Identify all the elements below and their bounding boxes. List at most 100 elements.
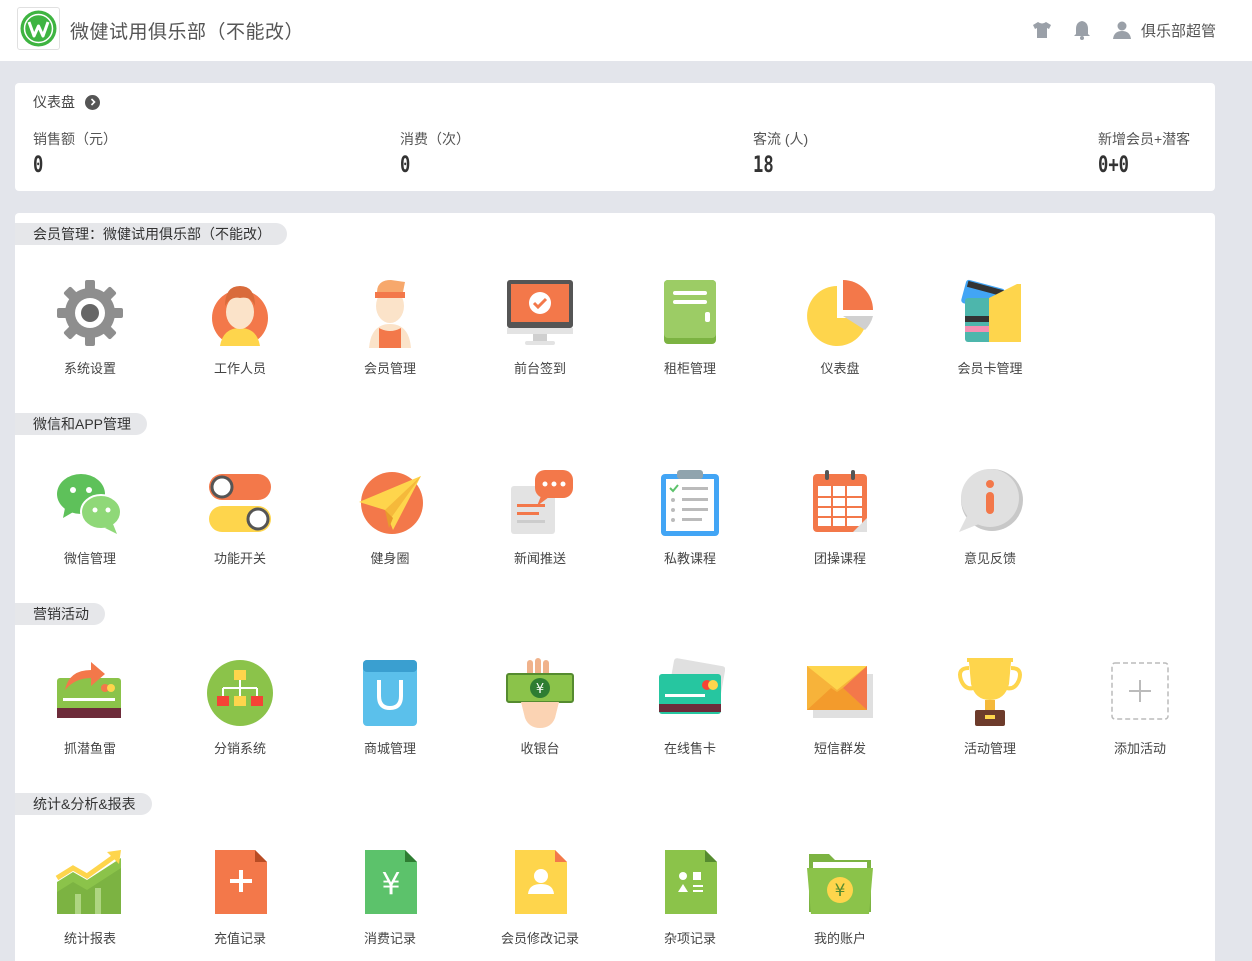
section-marketing: 营销活动 — [15, 603, 105, 625]
top-icons: 俱乐部超管 — [1013, 18, 1216, 42]
document-yen-icon: ¥ — [365, 850, 417, 914]
tile-news-push[interactable]: 新闻推送 — [465, 468, 615, 598]
tile-shop-management[interactable]: 商城管理 — [315, 658, 465, 788]
tile-label: 杂项记录 — [663, 931, 716, 946]
stat-label: 销售额（元） — [33, 131, 117, 147]
tile-cashier[interactable]: ¥ 收银台 — [465, 658, 615, 788]
tile-label: 我的账户 — [813, 931, 866, 946]
section-statistics: 统计&分析&报表 — [15, 793, 152, 815]
tile-lead-capture[interactable]: 抓潜鱼雷 — [15, 658, 165, 788]
stat-traffic: 客流 (人) 18 — [753, 129, 808, 178]
tile-label: 收银台 — [520, 741, 560, 756]
svg-text:¥: ¥ — [536, 682, 544, 697]
tile-membership-cards[interactable]: 会员卡管理 — [915, 278, 1065, 408]
tile-consumption-records[interactable]: ¥ 消费记录 — [315, 848, 465, 961]
credit-card-icon — [659, 658, 725, 714]
tile-label: 活动管理 — [963, 741, 1016, 756]
tile-statistics-reports[interactable]: 统计报表 — [15, 848, 165, 961]
tile-label: 消费记录 — [363, 931, 416, 946]
card-share-icon — [57, 662, 121, 718]
staff-avatar-icon — [212, 286, 268, 346]
clipboard-icon — [661, 470, 719, 536]
card-wallet-icon — [961, 279, 1021, 342]
tile-group-classes[interactable]: 团操课程 — [765, 468, 915, 598]
document-user-icon — [515, 850, 567, 914]
stat-consumption: 消费（次） 0 — [400, 129, 470, 178]
tile-dashboard[interactable]: 仪表盘 — [765, 278, 915, 408]
tile-label: 会员管理 — [363, 361, 416, 376]
shirt-icon[interactable] — [1031, 19, 1053, 41]
tile-front-desk-checkin[interactable]: 前台签到 — [465, 278, 615, 408]
tile-label: 前台签到 — [513, 361, 566, 376]
folder-yen-icon: ¥ — [807, 854, 873, 914]
tile-system-settings[interactable]: 系统设置 — [15, 278, 165, 408]
arrow-right-icon[interactable] — [85, 94, 100, 110]
cash-hand-icon: ¥ — [506, 658, 574, 728]
tile-label: 微信管理 — [63, 551, 116, 566]
section-member-management: 会员管理：微健试用俱乐部（不能改） — [15, 223, 287, 245]
tile-label: 会员修改记录 — [500, 931, 579, 946]
club-logo[interactable] — [17, 7, 60, 50]
svg-text:¥: ¥ — [835, 881, 846, 901]
stat-label: 消费（次） — [400, 131, 470, 147]
stat-new-members: 新增会员+潜客 0+0 — [1098, 129, 1190, 178]
tile-label: 功能开关 — [213, 551, 266, 566]
tile-online-card-sales[interactable]: 在线售卡 — [615, 658, 765, 788]
stat-label: 客流 (人) — [753, 131, 809, 147]
growth-chart-icon — [55, 850, 121, 914]
stat-value: 0+0 — [1098, 153, 1130, 178]
tile-my-account[interactable]: ¥ 我的账户 — [765, 848, 915, 961]
tile-label: 租柜管理 — [663, 361, 716, 376]
bell-icon[interactable] — [1071, 19, 1093, 41]
tile-label: 添加活动 — [1113, 741, 1166, 756]
tile-label: 系统设置 — [63, 361, 116, 376]
tile-add-activity[interactable]: 添加活动 — [1065, 658, 1215, 788]
org-chart-icon — [207, 660, 273, 726]
tile-member-change-records[interactable]: 会员修改记录 — [465, 848, 615, 961]
monitor-check-icon — [507, 280, 573, 345]
tile-feature-switches[interactable]: 功能开关 — [165, 468, 315, 598]
user-icon[interactable] — [1111, 19, 1133, 41]
tile-sms-broadcast[interactable]: 短信群发 — [765, 658, 915, 788]
news-chat-icon — [511, 470, 573, 534]
dashboard-title[interactable]: 仪表盘 — [33, 92, 100, 112]
tile-label: 在线售卡 — [663, 741, 716, 756]
stat-sales: 销售额（元） 0 — [33, 129, 117, 178]
tile-feedback[interactable]: 意见反馈 — [915, 468, 1065, 598]
tile-members[interactable]: 会员管理 — [315, 278, 465, 408]
tile-wechat[interactable]: 微信管理 — [15, 468, 165, 598]
user-name[interactable]: 俱乐部超管 — [1141, 20, 1216, 41]
member-avatar-icon — [369, 280, 411, 348]
pie-chart-icon — [807, 280, 873, 346]
tile-recharge-records[interactable]: 充值记录 — [165, 848, 315, 961]
stat-value: 0 — [33, 153, 44, 178]
wechat-icon — [57, 474, 122, 534]
app-title: 微健试用俱乐部（不能改） — [70, 22, 305, 43]
tile-label: 健身圈 — [370, 551, 410, 566]
tile-label: 会员卡管理 — [957, 361, 1023, 376]
section-wechat-app: 微信和APP管理 — [15, 413, 148, 435]
tile-label: 商城管理 — [363, 741, 416, 756]
tile-staff[interactable]: 工作人员 — [165, 278, 315, 408]
paper-plane-icon — [359, 472, 423, 534]
tile-locker-management[interactable]: 租柜管理 — [615, 278, 765, 408]
document-plus-icon — [215, 850, 267, 914]
dashboard-panel: 仪表盘 销售额（元） 0 消费（次） 0 客流 (人) 18 新增会员+潜客 0… — [15, 83, 1215, 191]
tile-distribution-system[interactable]: 分销系统 — [165, 658, 315, 788]
stat-value: 18 — [753, 153, 774, 178]
tile-activity-management[interactable]: 活动管理 — [915, 658, 1065, 788]
gear-icon — [57, 280, 123, 346]
tile-label: 仪表盘 — [820, 361, 860, 376]
top-bar: 微健试用俱乐部（不能改） 俱乐部超管 — [0, 0, 1252, 61]
tile-misc-records[interactable]: 杂项记录 — [615, 848, 765, 961]
tile-fitness-circle[interactable]: 健身圈 — [315, 468, 465, 598]
tile-label: 意见反馈 — [963, 551, 1016, 566]
tile-label: 工作人员 — [213, 361, 266, 376]
plus-icon — [1111, 662, 1169, 720]
stat-value: 0 — [400, 153, 411, 178]
trophy-icon — [958, 658, 1022, 726]
info-bubble-icon — [959, 469, 1023, 532]
shopping-bag-icon — [363, 660, 417, 726]
tile-personal-training[interactable]: 私教课程 — [615, 468, 765, 598]
tile-label: 团操课程 — [813, 551, 866, 566]
